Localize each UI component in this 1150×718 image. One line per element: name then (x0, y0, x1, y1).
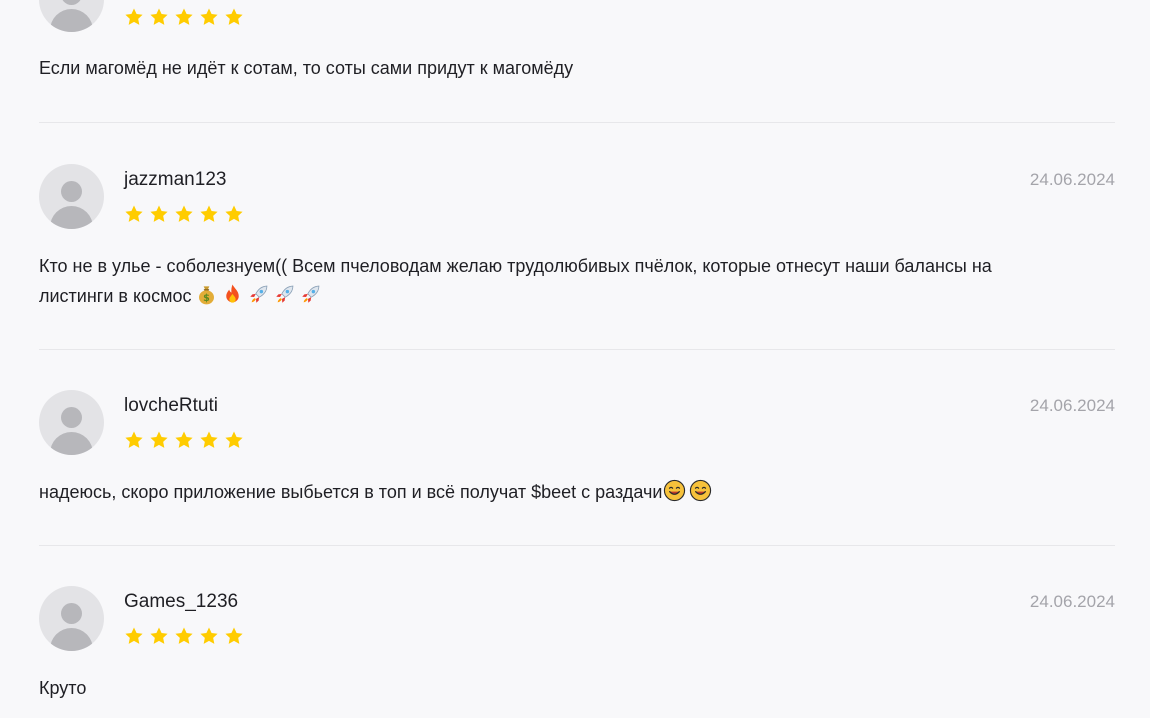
review-text: Круто (39, 678, 87, 698)
review-card: lovcheRtuti 24.06.2024 надеюсь, скоро пр… (39, 390, 1115, 520)
star-icon (175, 627, 193, 644)
star-icon (150, 627, 168, 644)
review-date: 24.06.2024 (1029, 396, 1115, 415)
star-rating (124, 7, 244, 27)
star-icon (125, 431, 143, 448)
avatar-body (50, 206, 93, 229)
star-rating (124, 626, 244, 646)
divider (39, 545, 1115, 546)
emoji-group: $ (195, 283, 322, 306)
star-rating (124, 204, 244, 224)
smiling-face-icon (690, 479, 712, 502)
divider (39, 122, 1115, 123)
smiling-face-icon (664, 479, 686, 502)
star-icon (200, 431, 218, 448)
rocket-icon (250, 285, 268, 303)
avatar-head (61, 0, 82, 5)
avatar-head (61, 181, 82, 202)
star-rating (124, 430, 244, 450)
divider (39, 349, 1115, 350)
star-icon (125, 8, 143, 25)
review-text-line: Кто не в улье - соболезнуем(( Всем пчело… (39, 256, 992, 276)
review-text-segment: надеюсь, скоро приложение выбьется в топ… (39, 482, 663, 502)
rocket-icon (302, 285, 320, 303)
avatar[interactable] (39, 390, 104, 455)
avatar-body (50, 9, 93, 32)
star-icon (150, 8, 168, 25)
star-icon (200, 8, 218, 25)
review-text: Кто не в улье - соболезнуем(( Всем пчело… (39, 251, 1115, 311)
star-icon (150, 431, 168, 448)
username[interactable]: Games_1236 (124, 591, 238, 613)
star-icon (200, 627, 218, 644)
star-icon (175, 205, 193, 222)
review-text-segment: листинги в космос (39, 286, 192, 306)
star-icon (225, 205, 243, 222)
star-icon (125, 205, 143, 222)
review-text: Если магомёд не идёт к сотам, то соты са… (39, 58, 574, 78)
star-icon (175, 431, 193, 448)
review-text: надеюсь, скоро приложение выбьется в топ… (39, 477, 1115, 507)
avatar (39, 0, 104, 32)
star-icon (225, 8, 243, 25)
review-date: 24.06.2024 (1029, 170, 1115, 189)
money-bag-icon: $ (199, 286, 215, 305)
reviews-page: Если магомёд не идёт к сотам, то соты са… (0, 0, 1150, 718)
avatar-head (61, 407, 82, 428)
star-icon (150, 205, 168, 222)
review-text-line: листинги в космос $ (39, 281, 1115, 311)
rocket-icon (276, 285, 294, 303)
star-icon (225, 627, 243, 644)
review-card: Если магомёд не идёт к сотам, то соты са… (39, 0, 1115, 107)
username[interactable]: jazzman123 (124, 169, 226, 191)
review-card: jazzman123 24.06.2024 Кто не в улье - со… (39, 164, 1115, 324)
star-icon (225, 431, 243, 448)
avatar-body (50, 432, 93, 455)
emoji-group (663, 479, 712, 502)
fire-icon (226, 284, 240, 303)
review-date: 24.06.2024 (1029, 592, 1115, 611)
star-icon (200, 205, 218, 222)
avatar-body (50, 628, 93, 651)
svg-text:$: $ (204, 293, 211, 304)
star-icon (175, 8, 193, 25)
avatar[interactable] (39, 164, 104, 229)
avatar-head (61, 603, 82, 624)
avatar[interactable] (39, 586, 104, 651)
review-card: Games_1236 24.06.2024 Круто (39, 586, 1115, 716)
username[interactable]: lovcheRtuti (124, 395, 218, 417)
star-icon (125, 627, 143, 644)
